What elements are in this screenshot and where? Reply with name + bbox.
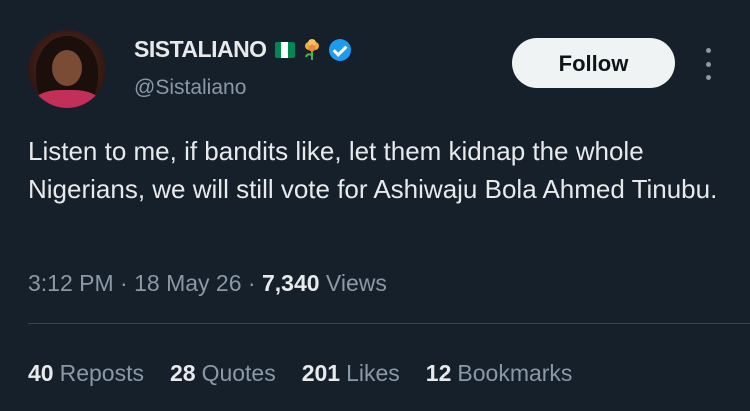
author-handle[interactable]: @Sistaliano	[134, 76, 246, 100]
nigeria-flag-icon	[274, 41, 295, 58]
bookmarks-label: Bookmarks	[457, 360, 573, 386]
reposts-count: 40	[28, 360, 54, 386]
author-display-name[interactable]: SISTALIANO	[134, 36, 267, 63]
quotes-count: 28	[169, 360, 196, 386]
tweet-text: Listen to me, if bandits like, let them …	[28, 136, 718, 204]
likes-stat[interactable]: 201 Likes	[302, 360, 400, 387]
avatar[interactable]	[28, 30, 106, 108]
more-icon[interactable]	[703, 48, 713, 80]
follow-button[interactable]: Follow	[512, 38, 675, 88]
views-count: 7,340	[261, 270, 320, 296]
quotes-stat[interactable]: 28 Quotes	[170, 360, 276, 387]
likes-label: Likes	[346, 360, 400, 386]
engagement-stats: 40 Reposts 28 Quotes 201 Likes 12 Bookmarks	[28, 360, 572, 387]
quotes-label: Quotes	[201, 360, 276, 386]
verified-icon	[328, 38, 351, 61]
flower-icon	[301, 38, 323, 61]
tweet-meta: 3:12 PM · 18 May 26 · 7,340 Views	[28, 270, 387, 297]
bookmarks-count: 12	[425, 360, 452, 386]
meta-separator: ·	[120, 270, 128, 296]
avatar-clothing	[34, 90, 100, 108]
divider	[28, 323, 750, 324]
reposts-label: Reposts	[59, 360, 144, 386]
author-name-row: SISTALIANO	[134, 36, 351, 63]
avatar-face	[52, 50, 82, 86]
reposts-stat[interactable]: 40 Reposts	[28, 360, 144, 387]
tweet-date[interactable]: 18 May 26	[134, 270, 241, 296]
views-label: Views	[325, 270, 387, 296]
bookmarks-stat[interactable]: 12 Bookmarks	[426, 360, 573, 387]
meta-separator: ·	[247, 270, 256, 296]
likes-count: 201	[301, 360, 341, 386]
tweet-time[interactable]: 3:12 PM	[28, 270, 114, 296]
